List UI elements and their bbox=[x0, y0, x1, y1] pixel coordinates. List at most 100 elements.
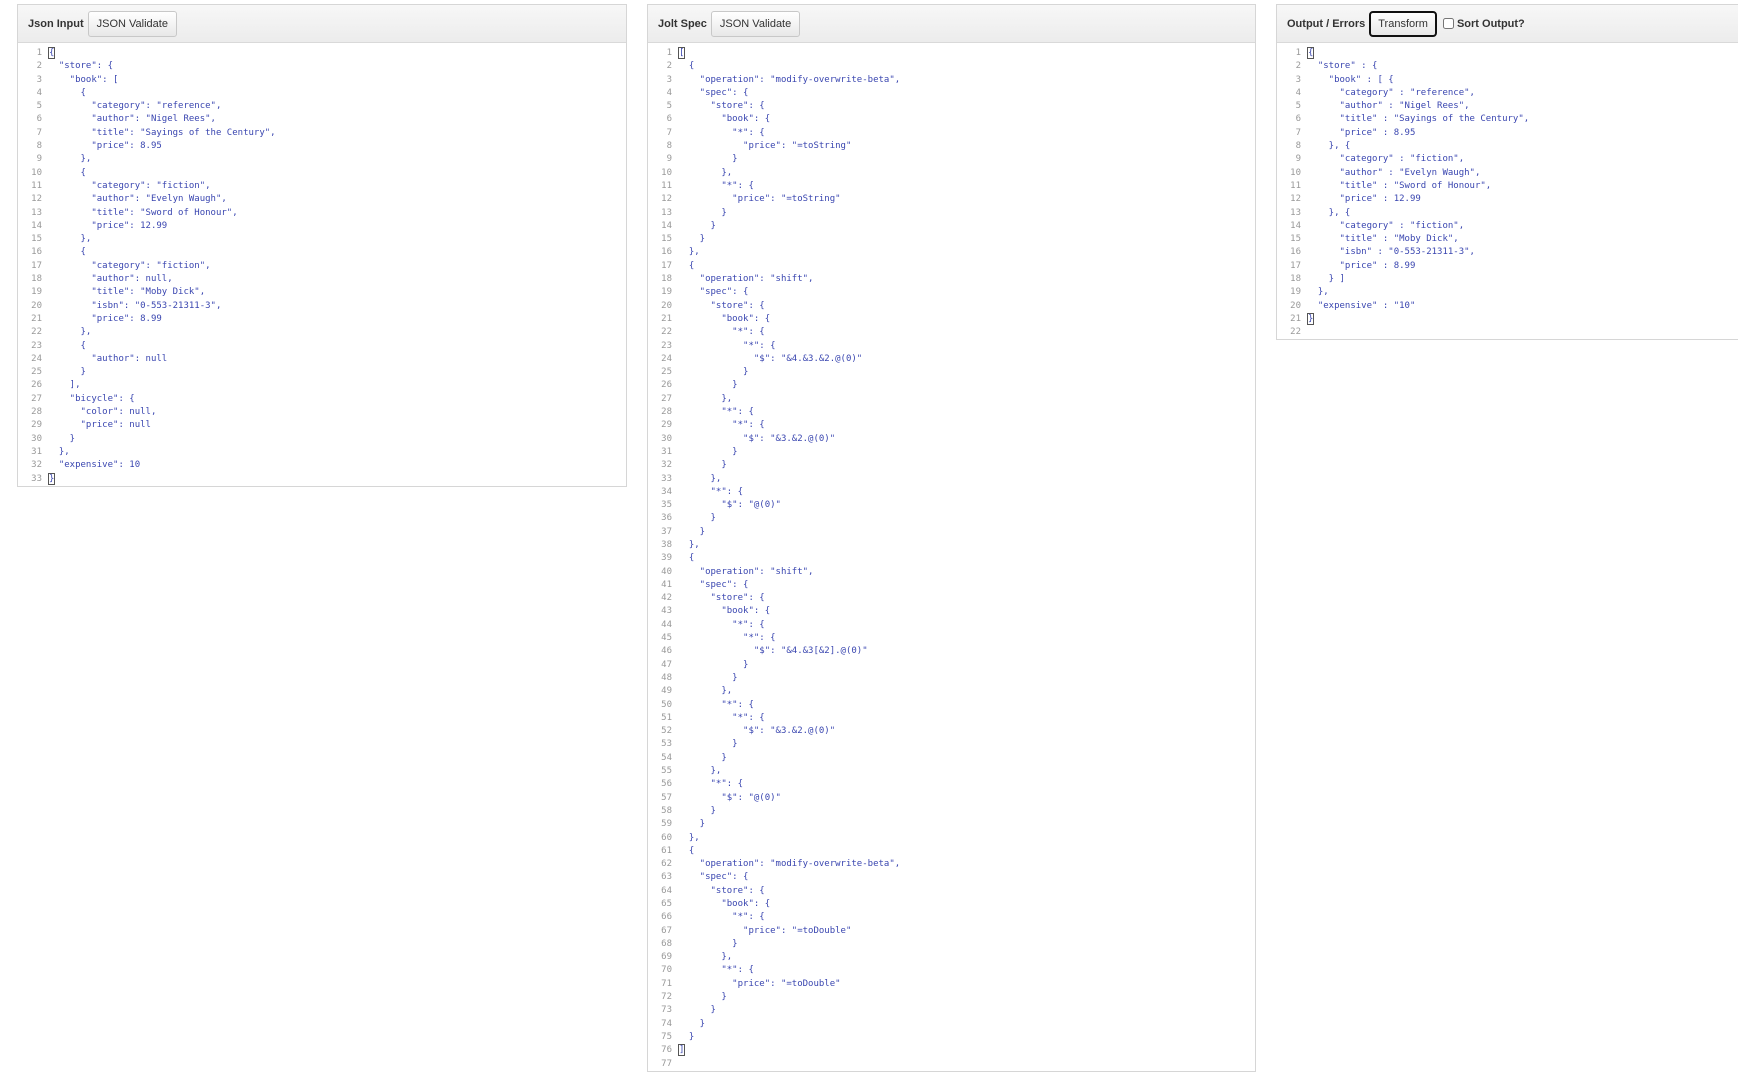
code-line: 51 "*": { bbox=[648, 712, 1255, 725]
code-line: 9 "category" : "fiction", bbox=[1277, 153, 1738, 166]
line-number: 72 bbox=[661, 992, 672, 1003]
code-text: ] bbox=[678, 1044, 686, 1057]
code-line: 30 } bbox=[18, 433, 626, 446]
line-number: 16 bbox=[661, 247, 672, 258]
code-line: 22 "*": { bbox=[648, 326, 1255, 339]
code-text: }, bbox=[48, 154, 92, 165]
code-text: "title" : "Moby Dick", bbox=[1307, 234, 1459, 245]
code-text: "price": 8.95 bbox=[48, 141, 162, 152]
line-number: 2 bbox=[1295, 61, 1301, 72]
jolt-spec-title: Jolt Spec bbox=[658, 17, 707, 30]
line-number: 64 bbox=[661, 885, 672, 896]
code-text: } bbox=[678, 220, 716, 231]
line-number: 6 bbox=[36, 114, 42, 125]
code-line: 29 "*": { bbox=[648, 419, 1255, 432]
code-line: 5 "store": { bbox=[648, 100, 1255, 113]
line-number: 71 bbox=[661, 978, 672, 989]
output-editor[interactable]: 1{2 "store" : {3 "book" : [ {4 "category… bbox=[1277, 43, 1738, 344]
code-text: "expensive" : "10" bbox=[1307, 300, 1416, 311]
line-number: 23 bbox=[661, 340, 672, 351]
code-line: 12 "price": "=toString" bbox=[648, 193, 1255, 206]
code-text: "*": { bbox=[678, 340, 776, 351]
code-text: "*": { bbox=[678, 712, 765, 723]
code-line: 16 { bbox=[18, 246, 626, 259]
code-line: 72 } bbox=[648, 991, 1255, 1004]
line-number: 24 bbox=[31, 353, 42, 364]
code-text: "spec": { bbox=[678, 579, 749, 590]
code-line: 13 "title": "Sword of Honour", bbox=[18, 207, 626, 220]
json-input-validate-button[interactable]: JSON Validate bbox=[87, 10, 177, 37]
line-number: 22 bbox=[1290, 327, 1301, 338]
code-text: "operation": "shift", bbox=[678, 274, 814, 285]
line-number: 4 bbox=[666, 87, 672, 98]
code-text: "$": "@(0)" bbox=[678, 500, 781, 511]
line-number: 1 bbox=[1295, 48, 1301, 58]
line-number: 68 bbox=[661, 938, 672, 949]
code-text: "*": { bbox=[678, 180, 754, 191]
line-number: 4 bbox=[1295, 87, 1301, 98]
code-line: 9 }, bbox=[18, 153, 626, 166]
code-line: 61 { bbox=[648, 845, 1255, 858]
line-number: 10 bbox=[31, 167, 42, 178]
code-line: 68 } bbox=[648, 938, 1255, 951]
code-line: 73 } bbox=[648, 1004, 1255, 1017]
code-text: "category": "fiction", bbox=[48, 260, 211, 271]
code-text: } bbox=[678, 154, 738, 165]
code-line: 6 "title" : "Sayings of the Century", bbox=[1277, 113, 1738, 126]
line-number: 27 bbox=[31, 393, 42, 404]
code-line: 3 "book": [ bbox=[18, 74, 626, 87]
code-line: 7 "title": "Sayings of the Century", bbox=[18, 127, 626, 140]
line-number: 66 bbox=[661, 912, 672, 923]
json-input-editor[interactable]: 1{2 "store": {3 "book": [4 {5 "category"… bbox=[18, 43, 626, 490]
line-number: 20 bbox=[1290, 300, 1301, 311]
line-number: 28 bbox=[31, 407, 42, 418]
jolt-spec-editor[interactable]: 1[2 {3 "operation": "modify-overwrite-be… bbox=[648, 43, 1255, 1075]
code-text: }, { bbox=[1307, 141, 1351, 152]
line-number: 9 bbox=[36, 154, 42, 165]
code-text: "category": "reference", bbox=[48, 101, 222, 112]
code-text: }, bbox=[678, 766, 722, 777]
code-text: "operation": "shift", bbox=[678, 566, 814, 577]
code-text: { bbox=[48, 167, 86, 178]
code-text: "*": { bbox=[678, 699, 754, 710]
code-line: 17 "price" : 8.99 bbox=[1277, 260, 1738, 273]
code-line: 25 } bbox=[18, 366, 626, 379]
line-number: 14 bbox=[31, 220, 42, 231]
line-number: 6 bbox=[1295, 114, 1301, 125]
jolt-spec-panel: Jolt Spec JSON Validate 1[2 {3 "operatio… bbox=[647, 4, 1256, 1072]
code-line: 22 }, bbox=[18, 326, 626, 339]
sort-output-label: Sort Output? bbox=[1456, 17, 1525, 30]
code-text: "isbn" : "0-553-21311-3", bbox=[1307, 247, 1475, 258]
jolt-spec-header: Jolt Spec JSON Validate bbox=[648, 5, 1255, 43]
code-line: 31 }, bbox=[18, 446, 626, 459]
jolt-spec-validate-button[interactable]: JSON Validate bbox=[710, 10, 801, 37]
code-line: 48 } bbox=[648, 672, 1255, 685]
code-text: "bicycle": { bbox=[48, 393, 135, 404]
transform-button[interactable]: Transform bbox=[1369, 10, 1437, 37]
code-text: "operation": "modify-overwrite-beta", bbox=[678, 74, 901, 85]
code-line: 54 } bbox=[648, 752, 1255, 765]
line-number: 7 bbox=[666, 127, 672, 138]
line-number: 19 bbox=[661, 287, 672, 298]
matched-bracket: } bbox=[1307, 312, 1315, 325]
line-number: 8 bbox=[1295, 141, 1301, 152]
code-line: 22 bbox=[1277, 326, 1738, 339]
code-text: "$": "@(0)" bbox=[678, 792, 781, 803]
line-number: 11 bbox=[661, 180, 672, 191]
sort-output-checkbox[interactable] bbox=[1442, 18, 1454, 29]
code-text: }, bbox=[678, 167, 733, 178]
line-number: 12 bbox=[661, 194, 672, 205]
line-number: 25 bbox=[661, 367, 672, 378]
code-text: "price" : 12.99 bbox=[1307, 194, 1421, 205]
sort-output-toggle[interactable]: Sort Output? bbox=[1442, 17, 1525, 30]
line-number: 10 bbox=[1290, 167, 1301, 178]
line-number: 43 bbox=[661, 606, 672, 617]
code-line: 20 "isbn": "0-553-21311-3", bbox=[18, 300, 626, 313]
code-line: 10 }, bbox=[648, 167, 1255, 180]
code-line: 2 "store" : { bbox=[1277, 60, 1738, 73]
code-text: "price": "=toDouble" bbox=[678, 925, 852, 936]
line-number: 1 bbox=[36, 48, 42, 58]
matched-bracket: { bbox=[1307, 47, 1315, 59]
code-text: "price": 12.99 bbox=[48, 220, 168, 231]
line-number: 42 bbox=[661, 593, 672, 604]
